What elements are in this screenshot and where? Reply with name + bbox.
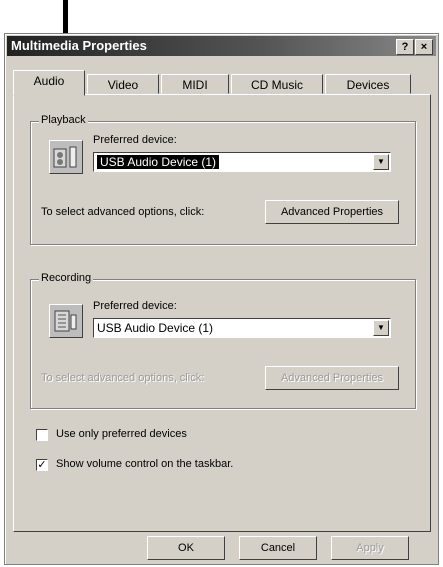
- tab-devices[interactable]: Devices: [325, 74, 411, 94]
- show-volume-label[interactable]: Show volume control on the taskbar.: [56, 458, 233, 470]
- cancel-button[interactable]: Cancel: [239, 536, 317, 560]
- recording-device-value: USB Audio Device (1): [97, 321, 214, 335]
- playback-advanced-properties-button[interactable]: Advanced Properties: [265, 200, 399, 224]
- playback-device-value: USB Audio Device (1): [97, 155, 220, 169]
- recording-group-label: Recording: [39, 272, 94, 284]
- use-preferred-label[interactable]: Use only preferred devices: [56, 428, 187, 440]
- tab-video[interactable]: Video: [87, 74, 159, 94]
- playback-group-label: Playback: [39, 114, 88, 126]
- close-button[interactable]: ×: [415, 39, 433, 55]
- chevron-down-icon[interactable]: ▼: [373, 320, 389, 336]
- title-bar: Multimedia Properties ? ×: [7, 36, 436, 56]
- tab-audio[interactable]: Audio: [13, 70, 85, 96]
- show-volume-checkbox[interactable]: ✓: [36, 459, 48, 471]
- tab-midi[interactable]: MIDI: [161, 74, 229, 94]
- tab-cd-music[interactable]: CD Music: [231, 74, 323, 94]
- recording-advanced-properties-button[interactable]: Advanced Properties: [265, 366, 399, 390]
- check-mark-icon: ✓: [37, 459, 47, 471]
- multimedia-properties-dialog: Multimedia Properties ? × Audio Video MI…: [4, 33, 439, 565]
- window-title: Multimedia Properties: [11, 38, 147, 53]
- apply-button[interactable]: Apply: [331, 536, 409, 560]
- help-button[interactable]: ?: [396, 39, 414, 55]
- audio-tab-panel: Playback Preferred device: USB Audio Dev…: [13, 94, 431, 532]
- recording-device-select[interactable]: USB Audio Device (1) ▼: [93, 318, 391, 338]
- microphone-icon: [49, 304, 83, 338]
- use-preferred-checkbox[interactable]: [36, 429, 48, 441]
- playback-advanced-text: To select advanced options, click:: [41, 206, 205, 218]
- recording-group: Recording Preferred device: USB Audio De…: [30, 272, 416, 409]
- playback-group: Playback Preferred device: USB Audio Dev…: [30, 114, 416, 245]
- chevron-down-icon[interactable]: ▼: [373, 154, 389, 170]
- recording-advanced-text: To select advanced options, click:: [41, 372, 205, 384]
- playback-device-select[interactable]: USB Audio Device (1) ▼: [93, 152, 391, 172]
- recording-preferred-label: Preferred device:: [93, 300, 177, 312]
- ok-button[interactable]: OK: [147, 536, 225, 560]
- speaker-icon: [49, 140, 83, 174]
- playback-preferred-label: Preferred device:: [93, 134, 177, 146]
